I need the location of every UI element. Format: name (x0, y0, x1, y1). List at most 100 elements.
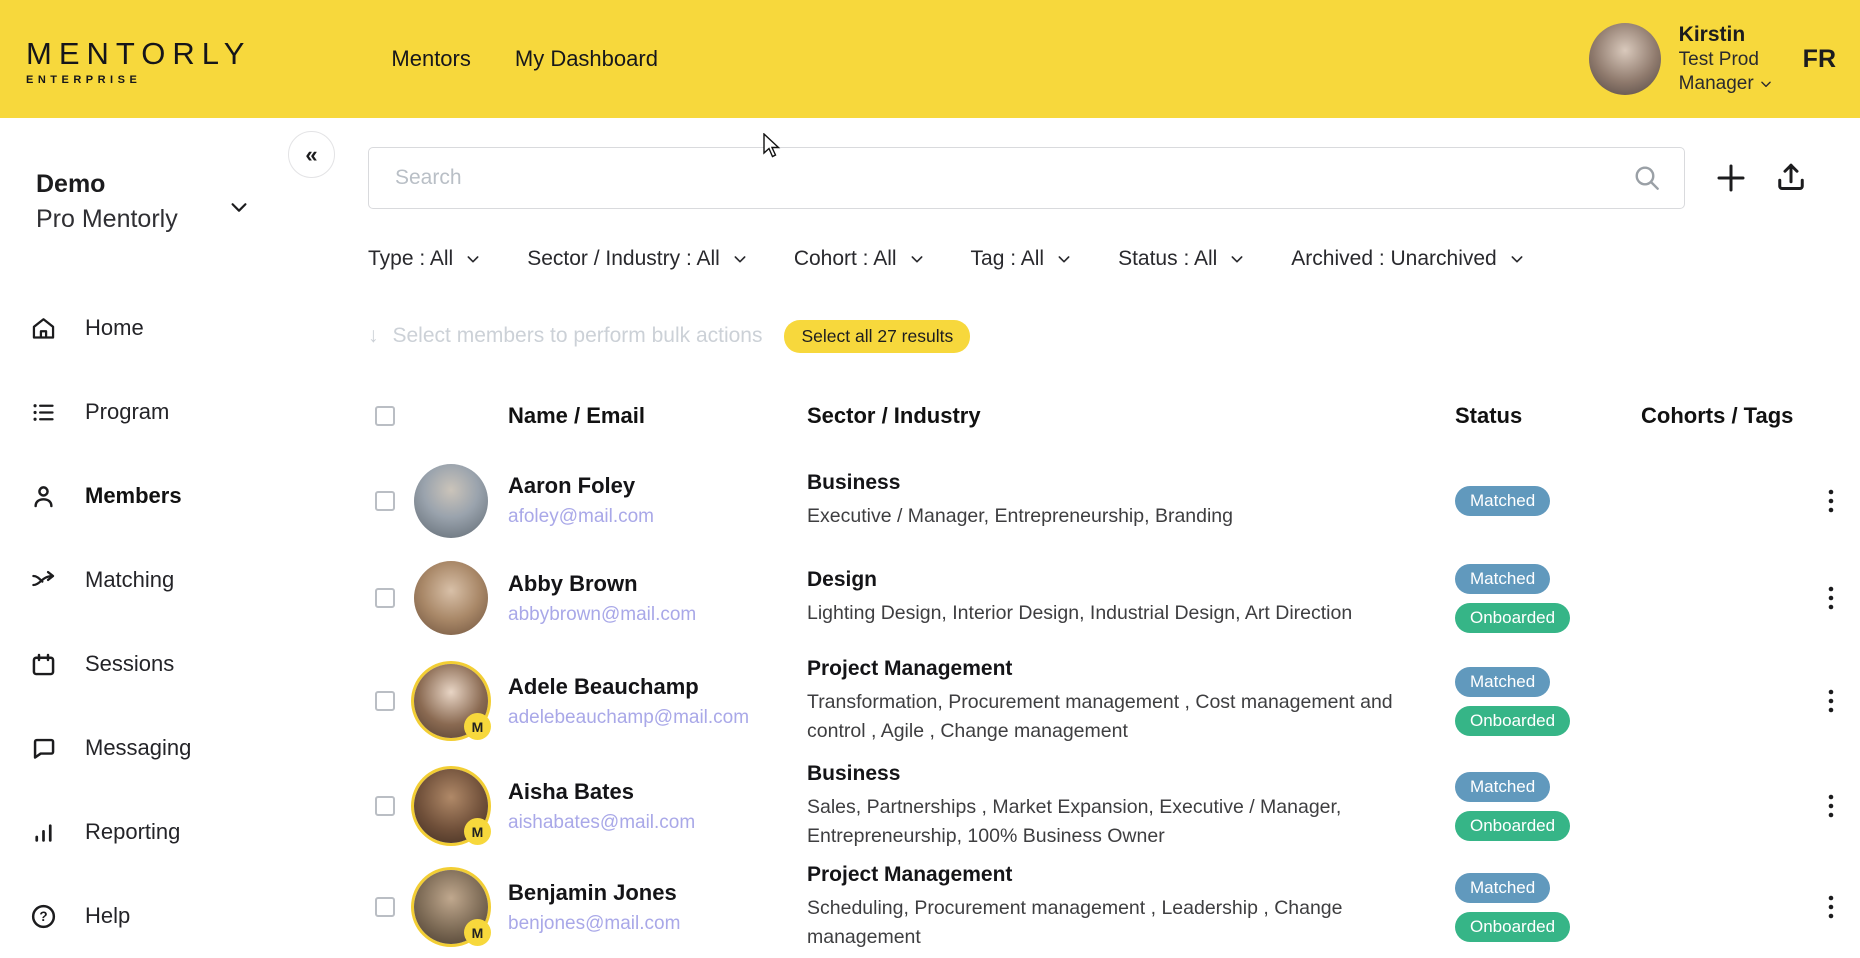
filter-type[interactable]: Type : All (368, 247, 481, 271)
member-email[interactable]: adelebeauchamp@mail.com (508, 707, 807, 729)
matching-arrows-icon (30, 567, 57, 594)
sidebar-nav: Home Program Members Matching Sessions M… (0, 286, 310, 958)
kebab-icon (1821, 583, 1841, 613)
chevron-down-icon (465, 251, 481, 267)
chevron-down-icon (909, 251, 925, 267)
sidebar-item-home[interactable]: Home (0, 286, 310, 370)
sidebar-item-help[interactable]: ? Help (0, 874, 310, 958)
user-avatar[interactable] (1589, 23, 1661, 95)
bulk-actions-row: ↓ Select members to perform bulk actions… (368, 316, 1860, 356)
org-switcher[interactable]: Demo Pro Mentorly (0, 118, 310, 234)
mentor-badge: M (464, 713, 491, 740)
member-sector: Project Management (807, 863, 1425, 887)
sidebar-item-label: Members (85, 483, 182, 509)
filter-tag[interactable]: Tag : All (971, 247, 1073, 271)
member-name[interactable]: Aaron Foley (508, 473, 807, 499)
language-toggle[interactable]: FR (1803, 45, 1836, 74)
member-name[interactable]: Aisha Bates (508, 779, 807, 805)
member-industries: Scheduling, Procurement management , Lea… (807, 894, 1425, 951)
mentorly-logo[interactable]: MENTORLY ENTERPRISE (26, 36, 251, 86)
sidebar-item-messaging[interactable]: Messaging (0, 706, 310, 790)
filter-sector-industry[interactable]: Sector / Industry : All (527, 247, 748, 271)
status-badge: Onboarded (1455, 811, 1570, 841)
org-name: Demo (36, 170, 310, 199)
upload-icon (1773, 160, 1809, 196)
member-sector: Project Management (807, 657, 1425, 681)
sidebar-item-reporting[interactable]: Reporting (0, 790, 310, 874)
nav-my-dashboard[interactable]: My Dashboard (515, 46, 658, 72)
search-box (368, 147, 1685, 209)
member-email[interactable]: aishabates@mail.com (508, 812, 807, 834)
nav-mentors[interactable]: Mentors (391, 46, 470, 72)
select-all-checkbox[interactable] (375, 406, 395, 426)
row-checkbox[interactable] (375, 491, 395, 511)
sidebar-collapse-button[interactable]: « (288, 131, 335, 178)
member-sector: Business (807, 471, 1425, 495)
sidebar-item-matching[interactable]: Matching (0, 538, 310, 622)
row-checkbox[interactable] (375, 796, 395, 816)
avatar: M (414, 664, 488, 738)
sidebar-item-members[interactable]: Members (0, 454, 310, 538)
member-industries: Executive / Manager, Entrepreneurship, B… (807, 502, 1425, 530)
row-menu-button[interactable] (1813, 783, 1849, 829)
column-cohorts-tags: Cohorts / Tags (1641, 401, 1801, 431)
column-sector-industry: Sector / Industry (807, 403, 1455, 429)
avatar (414, 464, 488, 538)
search-row (368, 147, 1860, 209)
row-menu-button[interactable] (1813, 575, 1849, 621)
status-badge: Matched (1455, 873, 1550, 903)
program-list-icon (30, 399, 57, 426)
filter-status[interactable]: Status : All (1118, 247, 1245, 271)
export-button[interactable] (1773, 160, 1809, 196)
filter-archived[interactable]: Archived : Unarchived (1291, 247, 1524, 271)
avatar: M (414, 870, 488, 944)
sidebar-item-program[interactable]: Program (0, 370, 310, 454)
row-checkbox[interactable] (375, 897, 395, 917)
bar-chart-icon (30, 819, 57, 846)
top-nav: Mentors My Dashboard (391, 46, 658, 72)
search-input[interactable] (368, 147, 1685, 209)
sidebar: Demo Pro Mentorly Home Program Members M… (0, 118, 310, 958)
member-sector: Design (807, 568, 1425, 592)
mentor-badge: M (464, 919, 491, 946)
sidebar-item-label: Reporting (85, 819, 180, 845)
avatar (414, 561, 488, 635)
row-menu-button[interactable] (1813, 678, 1849, 724)
top-bar: MENTORLY ENTERPRISE Mentors My Dashboard… (0, 0, 1860, 118)
row-menu-button[interactable] (1813, 884, 1849, 930)
table-header-row: Name / Email Sector / Industry Status Co… (368, 380, 1860, 452)
row-checkbox[interactable] (375, 691, 395, 711)
select-all-results-button[interactable]: Select all 27 results (784, 320, 970, 353)
sidebar-item-label: Matching (85, 567, 174, 593)
member-name[interactable]: Benjamin Jones (508, 880, 807, 906)
row-checkbox[interactable] (375, 588, 395, 608)
logo-subtitle: ENTERPRISE (26, 74, 251, 86)
filter-cohort[interactable]: Cohort : All (794, 247, 925, 271)
user-info[interactable]: Kirstin Test Prod Manager (1679, 22, 1773, 96)
filter-row: Type : All Sector / Industry : All Cohor… (368, 239, 1860, 279)
bulk-actions-hint: ↓ Select members to perform bulk actions (368, 324, 762, 348)
calendar-icon (30, 651, 57, 678)
member-name[interactable]: Adele Beauchamp (508, 674, 807, 700)
column-name-email: Name / Email (508, 403, 807, 429)
member-email[interactable]: afoley@mail.com (508, 506, 807, 528)
svg-text:?: ? (39, 909, 47, 924)
person-icon (30, 483, 57, 510)
sidebar-item-label: Sessions (85, 651, 174, 677)
kebab-icon (1821, 486, 1841, 516)
member-email[interactable]: benjones@mail.com (508, 913, 807, 935)
chevron-down-icon (1229, 251, 1245, 267)
row-menu-button[interactable] (1813, 478, 1849, 524)
kebab-icon (1821, 686, 1841, 716)
table-row: Abby Brown abbybrown@mail.com Design Lig… (368, 549, 1860, 647)
table-row: Aaron Foley afoley@mail.com Business Exe… (368, 452, 1860, 549)
chevron-down-icon (1509, 251, 1525, 267)
add-member-button[interactable] (1713, 160, 1749, 196)
sidebar-item-sessions[interactable]: Sessions (0, 622, 310, 706)
member-name[interactable]: Abby Brown (508, 571, 807, 597)
user-org: Test Prod (1679, 48, 1773, 72)
member-email[interactable]: abbybrown@mail.com (508, 604, 807, 626)
user-area: Kirstin Test Prod Manager FR (1589, 22, 1860, 96)
kebab-icon (1821, 791, 1841, 821)
status-badge: Onboarded (1455, 706, 1570, 736)
